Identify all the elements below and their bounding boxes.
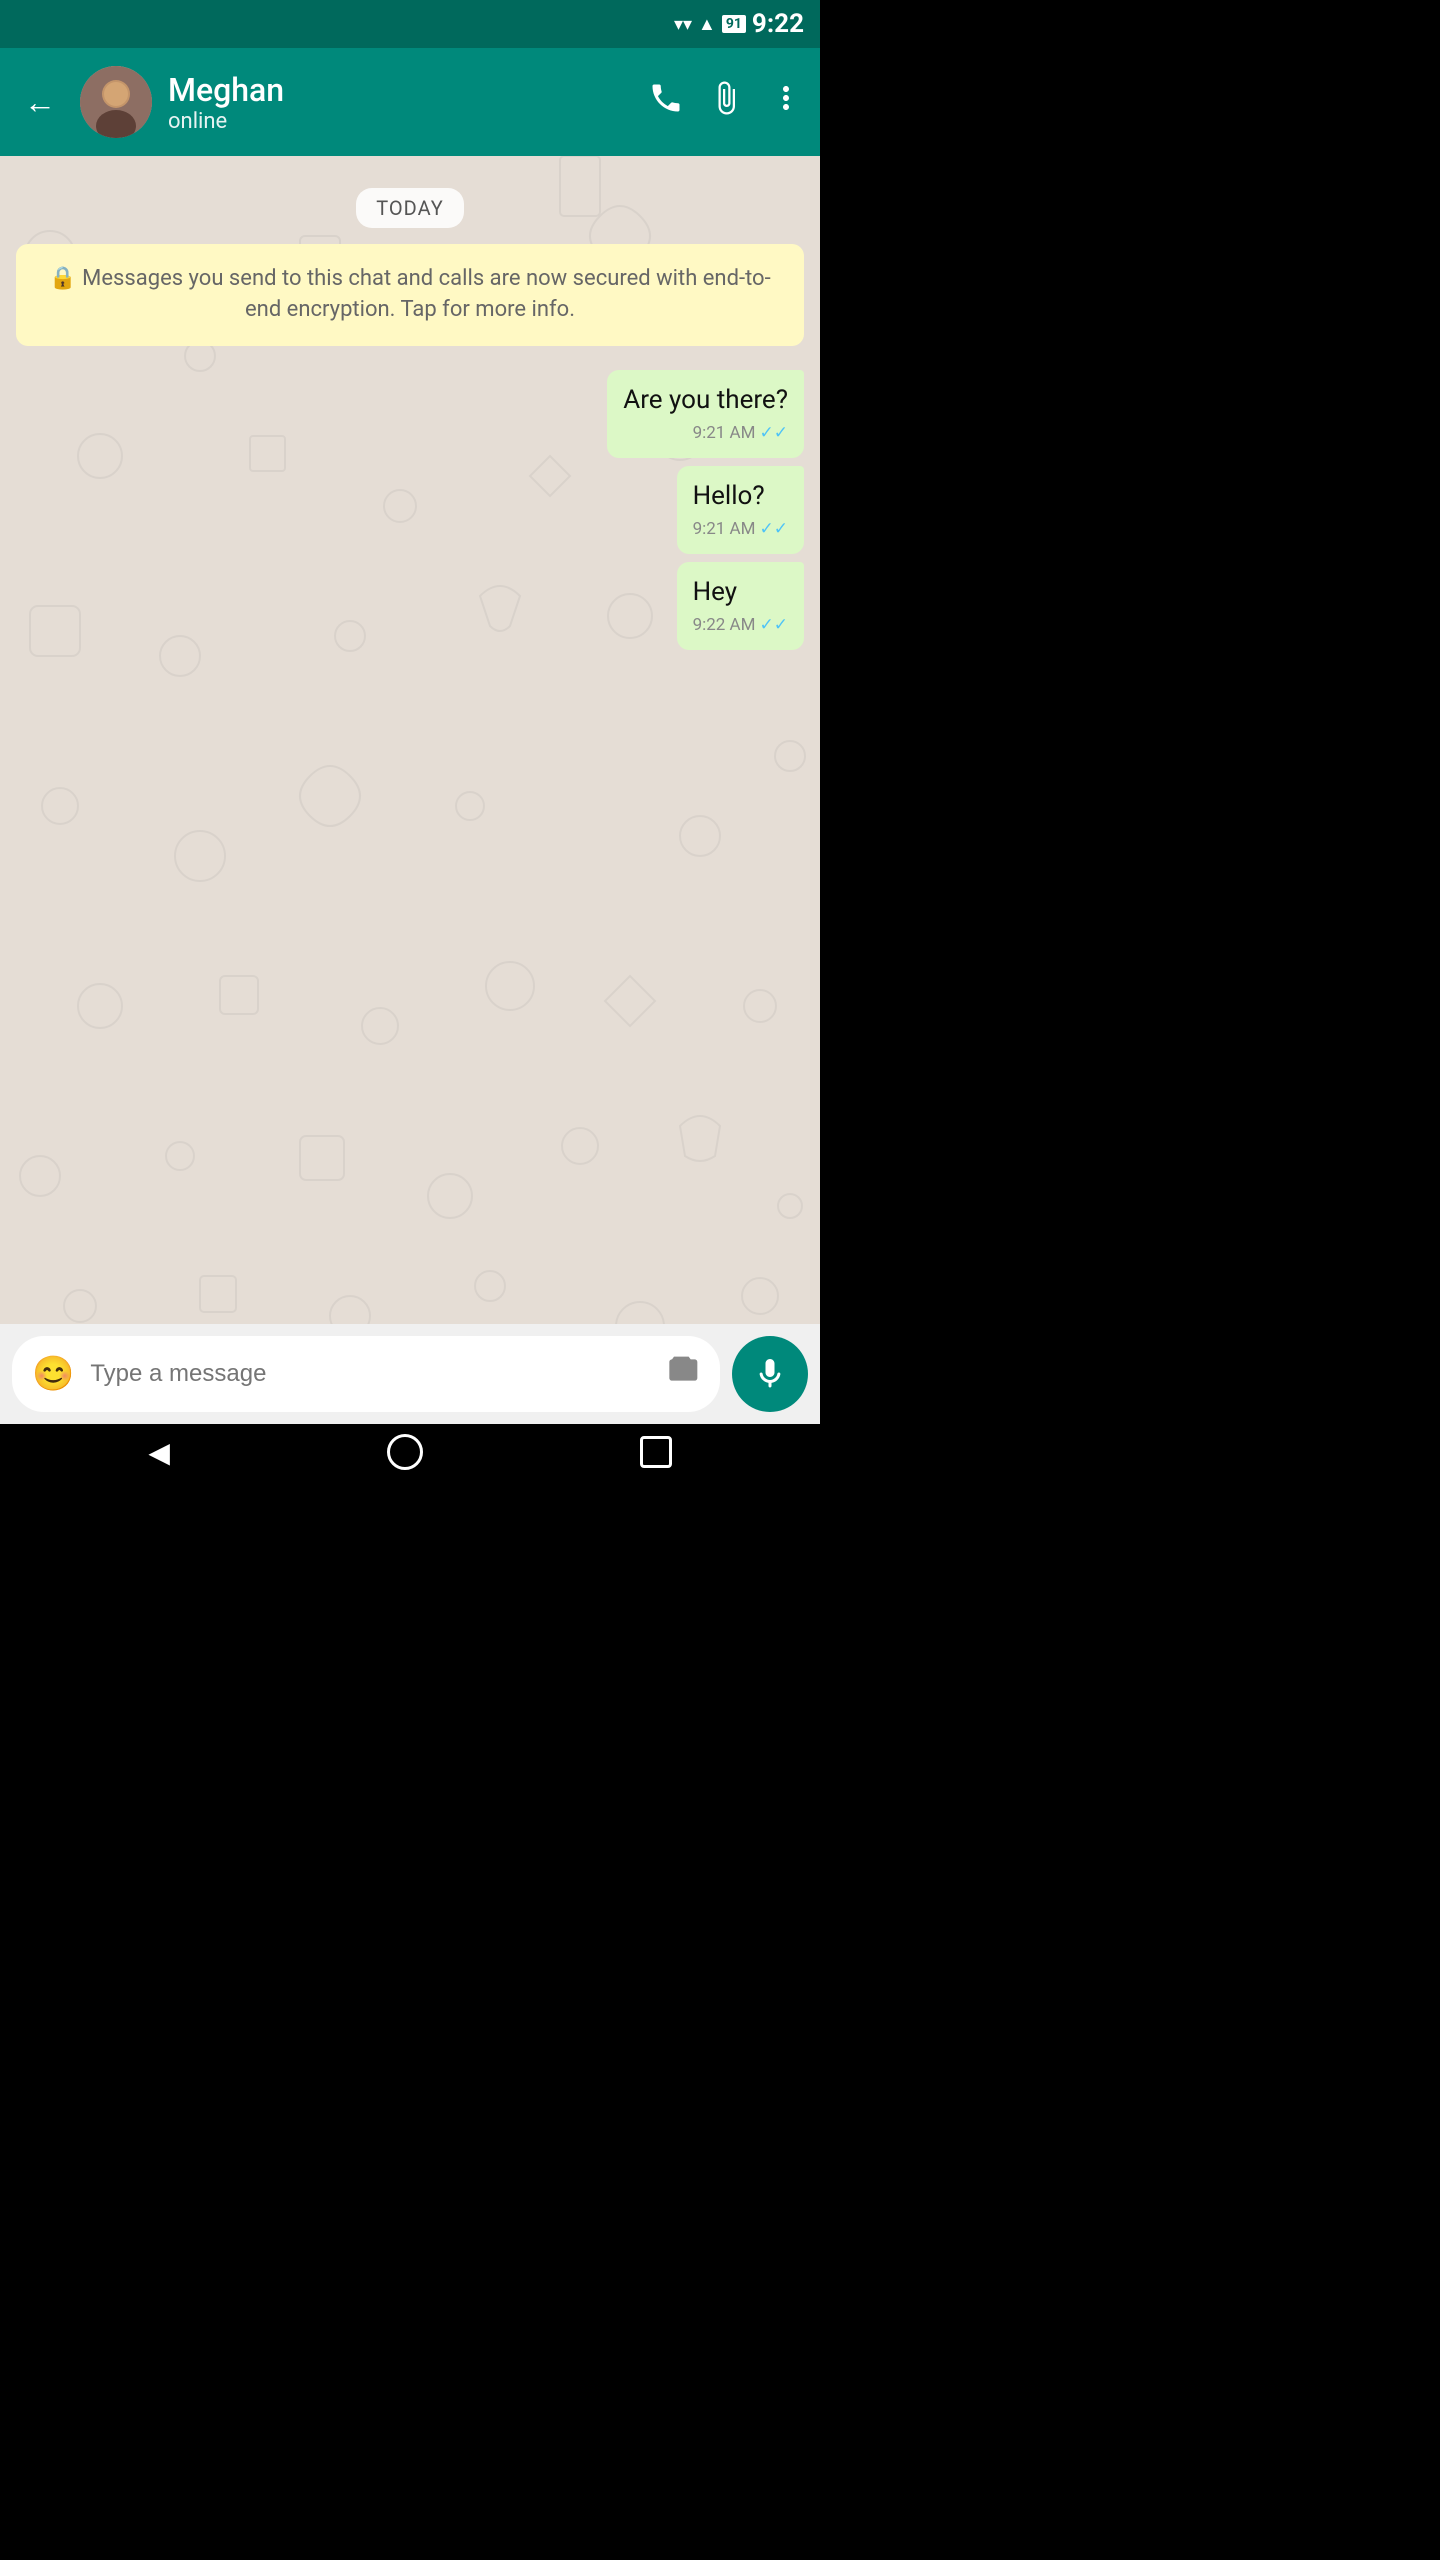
- date-badge-text: TODAY: [356, 188, 463, 228]
- message-input[interactable]: [90, 1360, 652, 1388]
- message-bubble[interactable]: Hey 9:22 AM ✓✓: [677, 562, 804, 650]
- message-time: 9:21 AM: [693, 518, 756, 542]
- more-button[interactable]: [768, 80, 804, 124]
- encryption-notice[interactable]: 🔒 Messages you send to this chat and cal…: [16, 244, 804, 346]
- chat-content: TODAY 🔒 Messages you send to this chat a…: [0, 156, 820, 666]
- date-badge: TODAY: [16, 188, 804, 228]
- message-row: Hello? 9:21 AM ✓✓: [16, 466, 804, 554]
- message-row: Hey 9:22 AM ✓✓: [16, 562, 804, 650]
- input-area: 😊: [0, 1324, 820, 1424]
- message-text: Hello?: [693, 478, 788, 514]
- message-ticks: ✓✓: [760, 422, 789, 446]
- message-meta: 9:22 AM ✓✓: [693, 614, 788, 638]
- message-time: 9:21 AM: [693, 422, 756, 446]
- message-ticks: ✓✓: [760, 518, 789, 542]
- nav-back-button[interactable]: ◀: [148, 1436, 170, 1469]
- encryption-notice-text: 🔒 Messages you send to this chat and cal…: [49, 266, 770, 322]
- call-button[interactable]: [648, 80, 684, 124]
- message-meta: 9:21 AM ✓✓: [623, 422, 788, 446]
- message-bubble[interactable]: Are you there? 9:21 AM ✓✓: [607, 370, 804, 458]
- battery-icon: 91: [722, 15, 746, 33]
- message-bubble[interactable]: Hello? 9:21 AM ✓✓: [677, 466, 804, 554]
- header-actions: [648, 80, 804, 124]
- signal-icon: ▲: [698, 14, 716, 35]
- chat-header: ← Meghan online: [0, 48, 820, 156]
- back-button[interactable]: ←: [16, 75, 64, 129]
- status-bar: ▾▾ ▲ 91 9:22: [0, 0, 820, 48]
- contact-status: online: [168, 109, 632, 134]
- mic-button[interactable]: [732, 1336, 808, 1412]
- contact-avatar[interactable]: [80, 66, 152, 138]
- nav-home-button[interactable]: [387, 1434, 423, 1470]
- message-text: Are you there?: [623, 382, 788, 418]
- message-text: Hey: [693, 574, 788, 610]
- status-icons: ▾▾ ▲ 91 9:22: [674, 9, 804, 39]
- avatar-image: [80, 66, 152, 138]
- message-row: Are you there? 9:21 AM ✓✓: [16, 370, 804, 458]
- attach-button[interactable]: [708, 80, 744, 124]
- message-ticks: ✓✓: [760, 614, 789, 638]
- wifi-icon: ▾▾: [674, 14, 692, 35]
- message-time: 9:22 AM: [693, 614, 756, 638]
- message-input-container: 😊: [12, 1336, 720, 1412]
- messages-container: Are you there? 9:21 AM ✓✓ Hello? 9:21 AM…: [16, 370, 804, 651]
- message-meta: 9:21 AM ✓✓: [693, 518, 788, 542]
- contact-info[interactable]: Meghan online: [168, 71, 632, 134]
- status-time: 9:22: [752, 9, 804, 39]
- camera-button[interactable]: [668, 1354, 700, 1394]
- nav-recents-button[interactable]: [640, 1436, 672, 1468]
- nav-bar: ◀: [0, 1424, 820, 1480]
- contact-name: Meghan: [168, 71, 632, 109]
- emoji-button[interactable]: 😊: [32, 1354, 74, 1394]
